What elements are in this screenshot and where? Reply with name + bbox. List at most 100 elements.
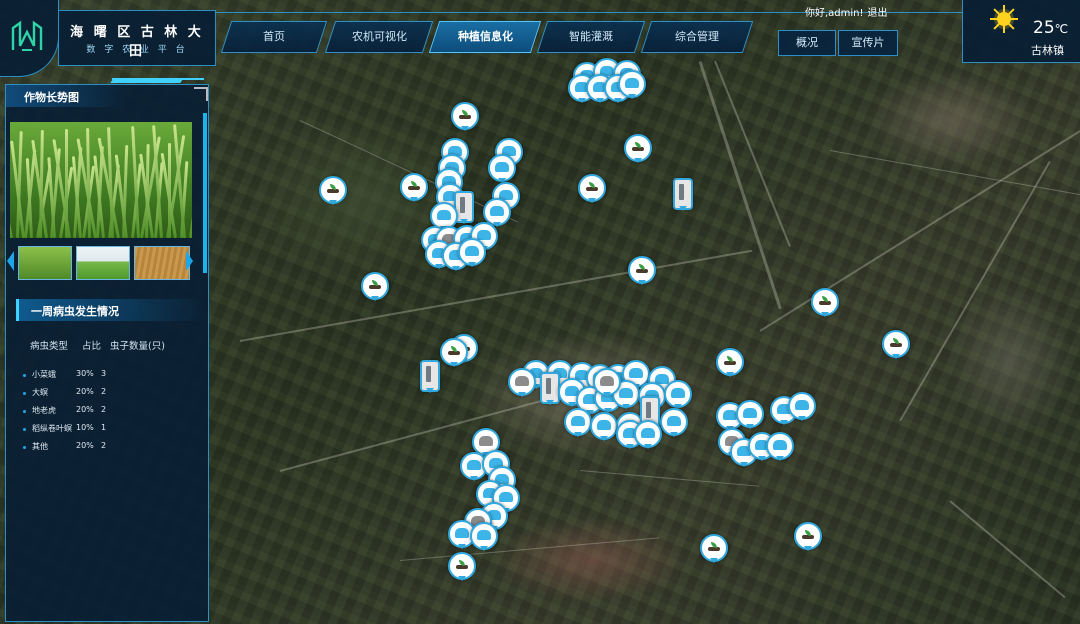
pest-trap-icon[interactable]: [788, 392, 816, 421]
tab-comprehensive-management[interactable]: 综合管理: [640, 21, 754, 53]
tab-smart-irrigation[interactable]: 智能灌溉: [536, 21, 646, 53]
pest-trap-icon[interactable]: [564, 408, 592, 437]
plant-sensor-icon[interactable]: [716, 348, 744, 377]
marker-glyph: [629, 368, 643, 378]
prev-photo-arrow-icon[interactable]: [7, 251, 14, 271]
platform-logo-icon: [11, 20, 43, 51]
weather-location: 古林镇: [1031, 44, 1064, 57]
platform-title-panel: 海 曙 区 古 林 大 田 数 字 农 业 平 台: [58, 10, 216, 66]
panel-header: 作物长势图: [6, 85, 126, 107]
marker-glyph: [465, 246, 479, 256]
bullet-icon: [23, 410, 26, 413]
plant-sensor-icon[interactable]: [440, 338, 468, 367]
pest-count: 2: [101, 405, 107, 414]
table-row: 稻纵卷叶螟 10% 1: [6, 423, 206, 437]
marker-glyph: [667, 416, 681, 426]
pest-type: 地老虎: [32, 406, 56, 415]
tab-promo-video[interactable]: 宣传片: [838, 30, 898, 56]
tab-machinery-visualization[interactable]: 农机可视化: [324, 21, 434, 53]
marker-glyph: [447, 346, 461, 356]
map-road: [279, 392, 571, 472]
plant-sensor-icon[interactable]: [400, 173, 428, 202]
pest-trap-icon[interactable]: [618, 70, 646, 99]
col-header-ratio: 占比: [82, 341, 102, 352]
map-road: [899, 160, 1051, 422]
pest-type: 稻纵卷叶螟: [32, 424, 72, 433]
plant-sensor-icon[interactable]: [700, 534, 728, 563]
marker-glyph: [743, 408, 757, 418]
bullet-icon: [23, 374, 26, 377]
marker-glyph: [646, 402, 651, 418]
marker-glyph: [801, 530, 815, 540]
rice-blade: [10, 168, 13, 238]
plant-sensor-icon[interactable]: [882, 330, 910, 359]
next-photo-arrow-icon[interactable]: [186, 251, 193, 271]
pest-trap-icon[interactable]: [736, 400, 764, 429]
plant-sensor-icon[interactable]: [811, 288, 839, 317]
device-icon[interactable]: [673, 178, 693, 211]
pest-ratio: 20%: [76, 441, 94, 450]
marker-glyph: [818, 296, 832, 306]
pest-trap-icon[interactable]: [634, 420, 662, 449]
marker-glyph: [479, 436, 493, 446]
tab-home[interactable]: 首页: [220, 21, 328, 53]
plant-sensor-icon[interactable]: [624, 134, 652, 163]
pest-trap-icon[interactable]: [660, 408, 688, 437]
plant-sensor-icon[interactable]: [628, 256, 656, 285]
plant-sensor-icon[interactable]: [319, 176, 347, 205]
marker-glyph: [600, 376, 614, 386]
pest-trap-icon[interactable]: [766, 432, 794, 461]
marker-glyph: [723, 356, 737, 366]
marker-glyph: [597, 420, 611, 430]
right-tab-group: 概况 宣传片: [778, 30, 898, 56]
thumbnail-green-field[interactable]: [76, 246, 130, 280]
plant-sensor-icon[interactable]: [451, 102, 479, 131]
pest-section-title: 一周病虫发生情况: [31, 305, 119, 318]
pest-count: 2: [101, 441, 107, 450]
col-header-pest-type: 病虫类型: [30, 341, 69, 352]
pest-trap-icon[interactable]: [458, 238, 486, 267]
plant-sensor-icon[interactable]: [448, 552, 476, 581]
tab-overview[interactable]: 概况: [778, 30, 836, 56]
marker-glyph: [495, 162, 509, 172]
pest-trap-icon[interactable]: [593, 368, 621, 397]
pest-trap-icon[interactable]: [470, 522, 498, 551]
marker-glyph: [467, 460, 481, 470]
pest-trap-icon[interactable]: [488, 154, 516, 183]
marker-glyph: [773, 440, 787, 450]
marker-glyph: [707, 542, 721, 552]
pest-ratio: 20%: [76, 387, 94, 396]
device-icon[interactable]: [540, 372, 560, 405]
device-icon[interactable]: [420, 360, 440, 393]
pest-trap-icon[interactable]: [664, 380, 692, 409]
pest-ratio: 30%: [76, 369, 94, 378]
marker-glyph: [460, 197, 465, 213]
marker-glyph: [571, 416, 585, 426]
plant-sensor-icon[interactable]: [794, 522, 822, 551]
tab-planting-info[interactable]: 种植信息化: [428, 21, 542, 53]
logout-link[interactable]: 退出: [868, 8, 888, 19]
pest-ratio: 20%: [76, 405, 94, 414]
marker-glyph: [641, 428, 655, 438]
plant-sensor-icon[interactable]: [361, 272, 389, 301]
thumbnail-rice-closeup[interactable]: [18, 246, 72, 280]
pest-trap-icon[interactable]: [590, 412, 618, 441]
bullet-icon: [23, 428, 26, 431]
marker-glyph: [635, 264, 649, 274]
pest-trap-icon[interactable]: [508, 368, 536, 397]
marker-glyph: [515, 376, 529, 386]
panel-scrollbar[interactable]: [203, 113, 207, 273]
marker-glyph: [490, 206, 504, 216]
thumbnail-harvest-field[interactable]: [134, 246, 190, 280]
sun-icon: [997, 12, 1011, 26]
marker-glyph: [458, 110, 472, 120]
map-road: [949, 500, 1066, 599]
marker-glyph: [889, 338, 903, 348]
map-road: [239, 249, 753, 342]
marker-glyph: [625, 78, 639, 88]
panel-accent-bar: [110, 78, 184, 83]
plant-sensor-icon[interactable]: [578, 174, 606, 203]
marker-glyph: [499, 492, 513, 502]
map-road: [579, 470, 760, 487]
map-road: [698, 61, 782, 310]
